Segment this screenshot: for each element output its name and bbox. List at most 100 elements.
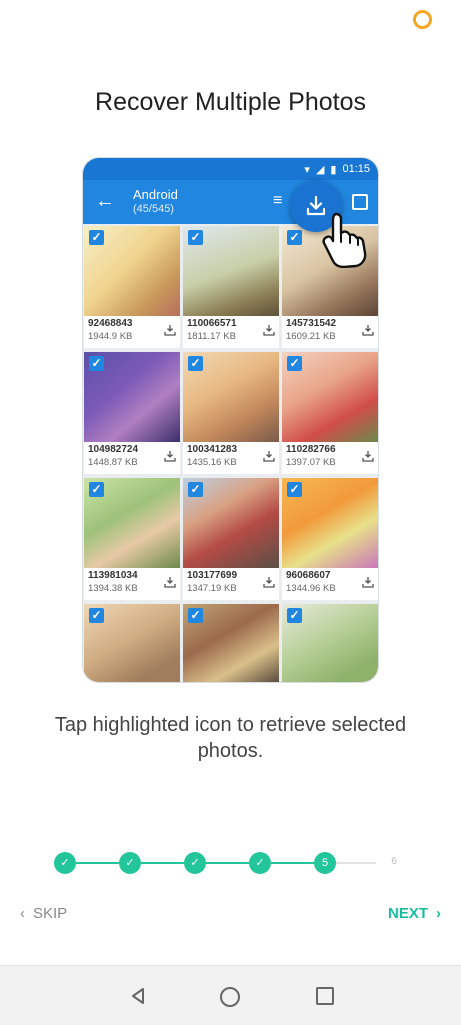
checked-checkbox-icon[interactable]: ✓ [188, 356, 203, 371]
status-ring-icon [413, 10, 432, 29]
step-connector [76, 862, 119, 864]
skip-label: SKIP [33, 905, 68, 922]
checked-checkbox-icon[interactable]: ✓ [89, 482, 104, 497]
photo-name: 103177699 [187, 570, 238, 581]
nav-home-icon[interactable] [220, 987, 240, 1007]
step-complete-icon: ✓ [249, 852, 271, 874]
photo-size: 1944.9 KB [88, 331, 133, 342]
photo-size: 1344.96 KB [286, 583, 336, 594]
photo-tile[interactable]: ✓ 113981034 1394.38 KB [84, 478, 180, 600]
photo-meta: 110066571 1811.17 KB [187, 318, 237, 342]
photo-name: 100341283 [187, 444, 238, 455]
photo-tile[interactable]: ✓ 96068607 1344.96 KB [282, 478, 378, 600]
download-icon[interactable] [164, 450, 176, 462]
step-connector [271, 862, 314, 864]
chevron-left-icon: ‹ [20, 905, 25, 922]
photo-tile[interactable]: ✓ 104982724 1448.87 KB [84, 352, 180, 474]
photo-tile[interactable]: ✓ 110066571 1811.17 KB [183, 226, 279, 348]
next-label: NEXT [387, 905, 428, 922]
photo-meta: 96068607 1344.96 KB [286, 570, 336, 594]
pointing-hand-icon [322, 212, 367, 268]
photo-size: 1394.38 KB [88, 583, 138, 594]
photo-meta: 104982724 1448.87 KB [88, 444, 138, 468]
photo-tile[interactable]: ✓ 92468843 1944.9 KB [84, 226, 180, 348]
next-button[interactable]: NEXT › [388, 905, 441, 922]
photo-thumbnail: ✓ [282, 352, 378, 442]
photo-meta: 113981034 1394.38 KB [88, 570, 138, 594]
photo-name: 145731542 [286, 318, 337, 329]
download-icon[interactable] [362, 576, 374, 588]
onboarding-stepper: ✓ ✓ ✓ ✓ 5 6 [54, 852, 414, 876]
photo-tile[interactable]: ✓ [183, 604, 279, 682]
photo-meta: 103177699 1347.19 KB [187, 570, 237, 594]
photo-meta: 145731542 1609.21 KB [286, 318, 336, 342]
photo-meta: 92468843 1944.9 KB [88, 318, 133, 342]
photo-tile[interactable]: ✓ [84, 604, 180, 682]
page-title: Recover Multiple Photos [95, 88, 366, 116]
chevron-right-icon: › [436, 905, 441, 922]
checked-checkbox-icon[interactable]: ✓ [89, 230, 104, 245]
photo-size: 1448.87 KB [88, 457, 138, 468]
download-icon[interactable] [263, 324, 275, 336]
checked-checkbox-icon[interactable]: ✓ [287, 230, 302, 245]
skip-button[interactable]: ‹ SKIP [20, 905, 67, 922]
checked-checkbox-icon[interactable]: ✓ [287, 356, 302, 371]
download-icon[interactable] [263, 450, 275, 462]
photo-size: 1397.07 KB [286, 457, 336, 468]
photo-thumbnail: ✓ [183, 478, 279, 568]
checked-checkbox-icon[interactable]: ✓ [89, 356, 104, 371]
checked-checkbox-icon[interactable]: ✓ [287, 608, 302, 623]
download-icon[interactable] [164, 324, 176, 336]
photo-thumbnail: ✓ [84, 478, 180, 568]
photo-name: 110066571 [187, 318, 237, 329]
nav-back-icon[interactable] [128, 986, 148, 1006]
checked-checkbox-icon[interactable]: ✓ [188, 482, 203, 497]
photo-tile[interactable]: ✓ [282, 604, 378, 682]
download-icon[interactable] [164, 576, 176, 588]
photo-thumbnail: ✓ [84, 226, 180, 316]
step-connector [206, 862, 249, 864]
step-complete-icon: ✓ [54, 852, 76, 874]
photo-meta: 100341283 1435.16 KB [187, 444, 237, 468]
instruction-caption: Tap highlighted icon to retrieve selecte… [54, 714, 407, 762]
system-nav-bar [0, 965, 461, 1025]
photo-tile[interactable]: ✓ 100341283 1435.16 KB [183, 352, 279, 474]
photo-grid: ✓ 92468843 1944.9 KB ✓ 110066571 1811.17… [83, 226, 378, 682]
download-icon[interactable] [362, 324, 374, 336]
photo-size: 1609.21 KB [286, 331, 336, 342]
photo-thumbnail: ✓ [84, 604, 180, 682]
step-current: 5 [314, 852, 336, 874]
photo-size: 1435.16 KB [187, 457, 237, 468]
photo-size: 1347.19 KB [187, 583, 237, 594]
photo-size: 1811.17 KB [187, 331, 236, 342]
nav-recents-icon[interactable] [316, 987, 334, 1005]
step-complete-icon: ✓ [184, 852, 206, 874]
select-all-checkbox-icon[interactable] [352, 194, 368, 210]
checked-checkbox-icon[interactable]: ✓ [188, 608, 203, 623]
photo-name: 92468843 [88, 318, 133, 329]
photo-name: 104982724 [88, 444, 139, 455]
photo-thumbnail: ✓ [183, 352, 279, 442]
photo-tile[interactable]: ✓ 103177699 1347.19 KB [183, 478, 279, 600]
back-arrow-icon[interactable]: ← [95, 190, 115, 213]
photo-meta: 110282766 1397.07 KB [286, 444, 336, 468]
checked-checkbox-icon[interactable]: ✓ [89, 608, 104, 623]
checked-checkbox-icon[interactable]: ✓ [287, 482, 302, 497]
checked-checkbox-icon[interactable]: ✓ [188, 230, 203, 245]
sort-icon[interactable]: ≡ [273, 192, 282, 210]
battery-icon: ▮ [330, 163, 337, 176]
photo-name: 110282766 [286, 444, 336, 455]
status-time: 01:15 [342, 163, 370, 175]
phone-status-bar: ▾ ◢ ▮ 01:15 [83, 158, 378, 180]
photo-tile[interactable]: ✓ 110282766 1397.07 KB [282, 352, 378, 474]
photo-thumbnail: ✓ [282, 478, 378, 568]
signal-icon: ◢ [315, 163, 325, 176]
selection-count: (45/545) [133, 203, 174, 215]
step-connector [336, 862, 376, 864]
download-icon[interactable] [263, 576, 275, 588]
download-icon[interactable] [362, 450, 374, 462]
photo-name: 96068607 [286, 570, 331, 581]
photo-thumbnail: ✓ [282, 604, 378, 682]
photo-thumbnail: ✓ [84, 352, 180, 442]
step-connector [141, 862, 184, 864]
